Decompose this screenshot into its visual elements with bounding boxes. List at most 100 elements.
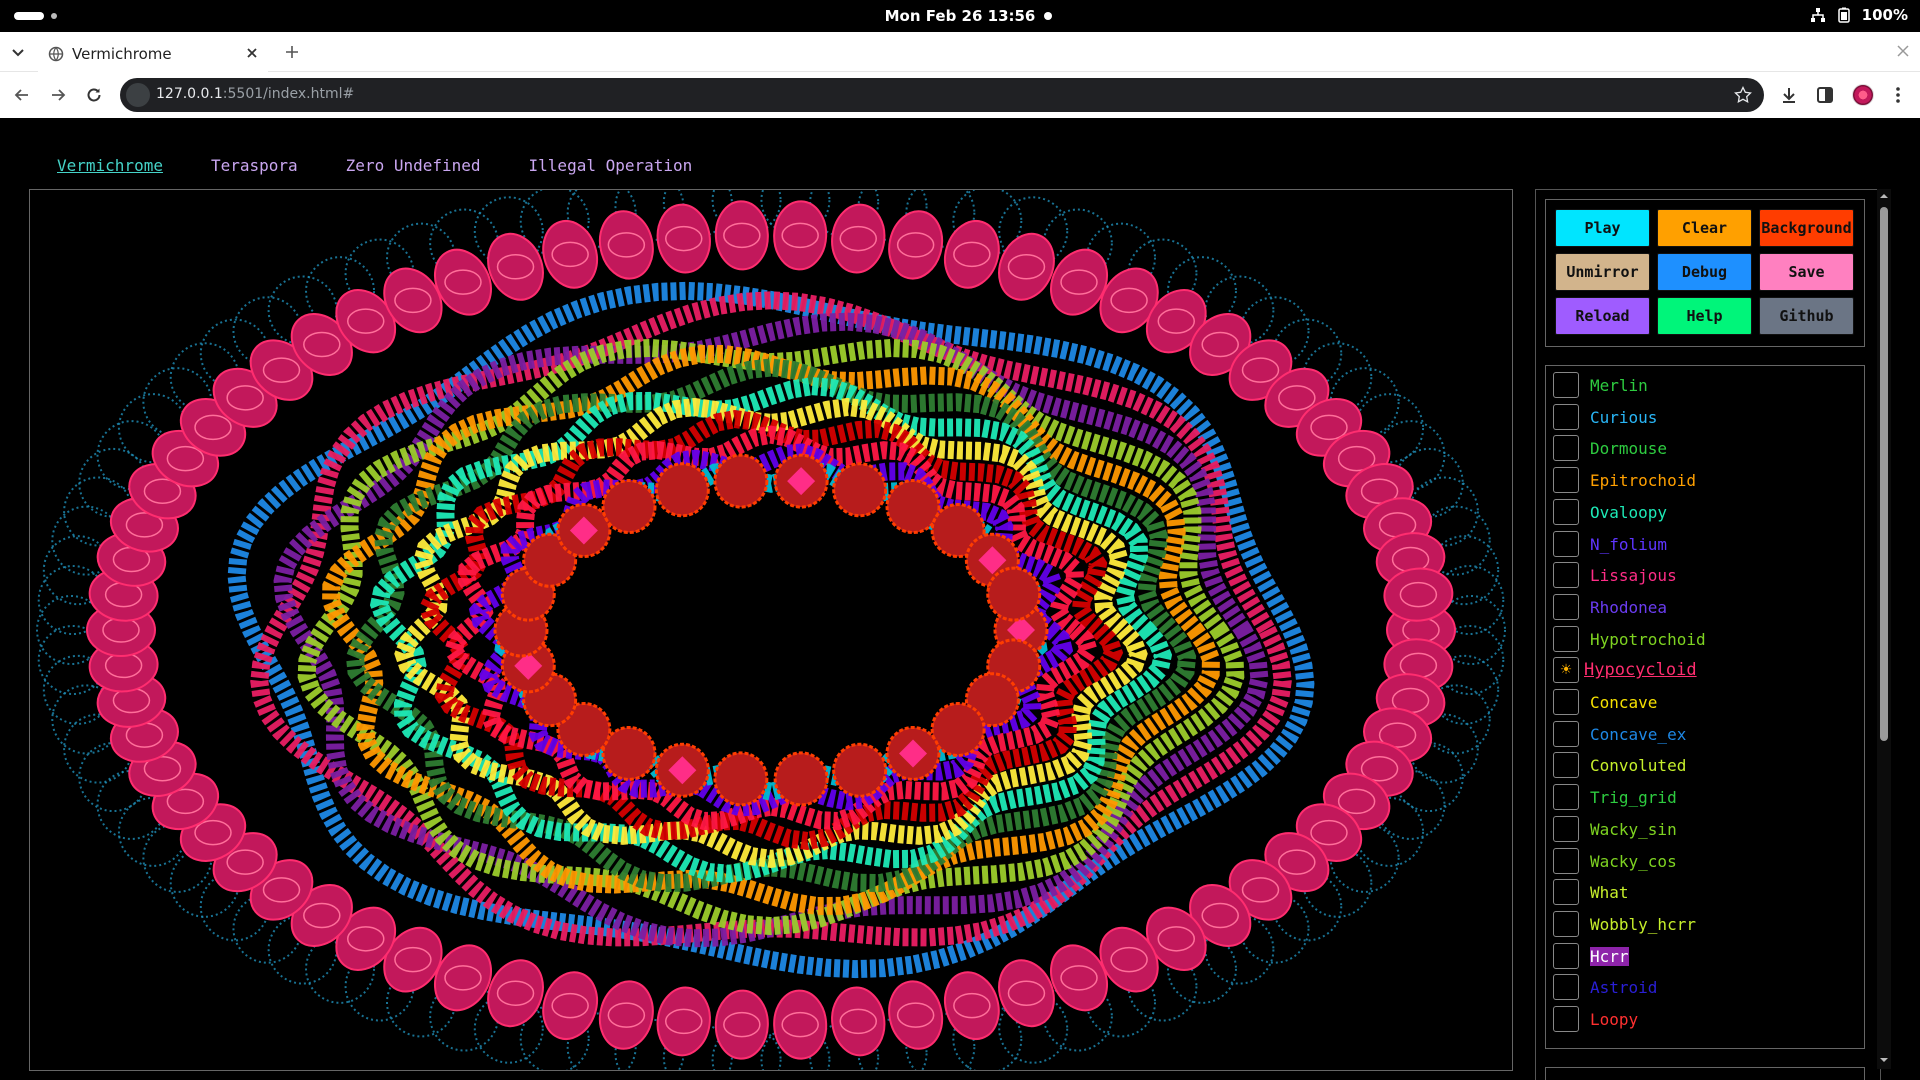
pattern-item[interactable]: Wacky_sin [1546, 815, 1864, 846]
pattern-label-astroid[interactable]: Astroid [1590, 978, 1657, 997]
pattern-item[interactable]: Loopy [1546, 1006, 1864, 1036]
clear-button[interactable]: Clear [1657, 209, 1752, 247]
pattern-checkbox[interactable] [1553, 1006, 1579, 1032]
battery-icon [1837, 7, 1850, 23]
tab-search-chevron-icon[interactable] [10, 44, 26, 60]
more-menu-icon[interactable] [1888, 85, 1908, 105]
pattern-item[interactable]: Hcrr [1546, 942, 1864, 973]
pattern-item[interactable]: Astroid [1546, 974, 1864, 1004]
pattern-checkbox[interactable] [1553, 942, 1579, 969]
pattern-item[interactable]: Curious [1546, 403, 1864, 434]
pattern-label-wobbly_hcrr[interactable]: Wobbly_hcrr [1590, 915, 1696, 934]
new-tab-plus-icon[interactable] [284, 44, 300, 60]
pattern-label-hypocycloid[interactable]: Hypocycloid [1584, 660, 1697, 680]
scroll-thumb[interactable] [1880, 207, 1888, 741]
pattern-label-trig_grid[interactable]: Trig_grid [1590, 788, 1677, 807]
pattern-item[interactable]: Hypotrochoid [1546, 625, 1864, 656]
pattern-label-wacky_cos[interactable]: Wacky_cos [1590, 852, 1677, 871]
url-text[interactable]: 127.0.0.1:5501/index.html# [156, 86, 354, 102]
pattern-label-convoluted[interactable]: Convoluted [1590, 756, 1686, 775]
pattern-checkbox[interactable] [1553, 562, 1579, 589]
pattern-checkbox[interactable] [1553, 530, 1579, 557]
pattern-checkbox[interactable] [1553, 974, 1579, 1001]
pattern-checkbox[interactable] [1553, 593, 1579, 620]
back-arrow-icon[interactable] [12, 85, 32, 105]
unmirror-button[interactable]: Unmirror [1555, 253, 1650, 291]
background-button[interactable]: Background [1759, 209, 1854, 247]
profile-avatar[interactable] [1852, 84, 1874, 106]
pattern-item[interactable]: Ovaloopy [1546, 498, 1864, 529]
window-close-icon[interactable] [1896, 44, 1910, 58]
pattern-label-n_folium[interactable]: N_folium [1590, 535, 1667, 554]
pattern-item[interactable]: N_folium [1546, 530, 1864, 561]
pattern-label-lissajous[interactable]: Lissajous [1590, 566, 1677, 585]
github-button[interactable]: Github [1759, 297, 1854, 335]
scroll-up-arrow-icon[interactable] [1879, 191, 1889, 201]
scroll-down-arrow-icon[interactable] [1879, 1055, 1889, 1065]
pattern-label-what[interactable]: What [1590, 883, 1629, 902]
pattern-label-concave_ex[interactable]: Concave_ex [1590, 725, 1686, 744]
pattern-checkbox[interactable] [1553, 625, 1579, 652]
pattern-item[interactable]: ☀ Hypocycloid [1546, 657, 1864, 687]
pattern-label-wacky_sin[interactable]: Wacky_sin [1590, 820, 1677, 839]
browser-tab-active[interactable]: Vermichrome [38, 36, 268, 72]
nav-link-vermichrome[interactable]: Vermichrome [57, 156, 163, 175]
panel-scrollbar[interactable] [1877, 189, 1891, 1069]
reload-icon[interactable] [84, 85, 104, 105]
reload-button[interactable]: Reload [1555, 297, 1650, 335]
pattern-checkbox[interactable] [1553, 847, 1579, 874]
pattern-checkbox[interactable] [1553, 467, 1579, 494]
nav-link-illegal-operation[interactable]: Illegal Operation [529, 156, 693, 175]
pattern-checkbox[interactable] [1553, 372, 1579, 398]
pattern-label-rhodonea[interactable]: Rhodonea [1590, 598, 1667, 617]
pattern-checkbox-checked[interactable]: ☀ [1553, 657, 1579, 684]
pattern-label-concave[interactable]: Concave [1590, 693, 1657, 712]
download-icon[interactable] [1779, 85, 1799, 105]
pattern-item[interactable]: Merlin [1546, 372, 1864, 402]
pattern-item[interactable]: Convoluted [1546, 752, 1864, 782]
debug-button[interactable]: Debug [1657, 253, 1752, 291]
pattern-item[interactable]: Dormouse [1546, 435, 1864, 465]
address-bar[interactable]: 127.0.0.1:5501/index.html# [120, 78, 1764, 112]
close-tab-icon[interactable] [244, 45, 260, 61]
bookmark-star-icon[interactable] [1734, 86, 1752, 104]
pattern-item[interactable]: Wacky_cos [1546, 847, 1864, 878]
pattern-label-epitrochoid[interactable]: Epitrochoid [1590, 471, 1696, 490]
pattern-label-ovaloopy[interactable]: Ovaloopy [1590, 503, 1667, 522]
save-button[interactable]: Save [1759, 253, 1854, 291]
pattern-label-hypotrochoid[interactable]: Hypotrochoid [1590, 630, 1706, 649]
pattern-checkbox[interactable] [1553, 752, 1579, 779]
drawing-canvas[interactable] [29, 189, 1513, 1071]
system-tray[interactable]: 100% [1810, 6, 1908, 24]
forward-arrow-icon[interactable] [48, 85, 68, 105]
pattern-label-merlin[interactable]: Merlin [1590, 376, 1648, 395]
pattern-checkbox[interactable] [1553, 435, 1579, 462]
pattern-label-loopy[interactable]: Loopy [1590, 1010, 1638, 1029]
pattern-checkbox[interactable] [1553, 720, 1579, 747]
pattern-item[interactable]: What [1546, 879, 1864, 909]
nav-link-zero-undefined[interactable]: Zero Undefined [346, 156, 481, 175]
side-panel-icon[interactable] [1815, 85, 1835, 105]
pattern-checkbox[interactable] [1553, 784, 1579, 811]
pattern-checkbox[interactable] [1553, 498, 1579, 525]
pattern-item[interactable]: Concave [1546, 689, 1864, 719]
pattern-item[interactable]: Lissajous [1546, 562, 1864, 592]
pattern-item[interactable]: Concave_ex [1546, 720, 1864, 751]
nav-link-teraspora[interactable]: Teraspora [211, 156, 298, 175]
pattern-checkbox[interactable] [1553, 910, 1579, 937]
pattern-checkbox[interactable] [1553, 403, 1579, 430]
pattern-label-dormouse[interactable]: Dormouse [1590, 439, 1667, 458]
pattern-item[interactable]: Trig_grid [1546, 784, 1864, 814]
pattern-label-curious[interactable]: Curious [1590, 408, 1657, 427]
pattern-checkbox[interactable] [1553, 815, 1579, 842]
pattern-checkbox[interactable] [1553, 879, 1579, 906]
pattern-item[interactable]: Rhodonea [1546, 593, 1864, 624]
help-button[interactable]: Help [1657, 297, 1752, 335]
pattern-checkbox[interactable] [1553, 689, 1579, 715]
play-button[interactable]: Play [1555, 209, 1650, 247]
os-clock[interactable]: Mon Feb 26 13:56 [0, 7, 1920, 25]
pattern-item[interactable]: Wobbly_hcrr [1546, 910, 1864, 941]
pattern-label-hcrr[interactable]: Hcrr [1590, 946, 1629, 966]
pattern-item[interactable]: Epitrochoid [1546, 467, 1864, 497]
site-info-icon[interactable] [126, 83, 150, 107]
